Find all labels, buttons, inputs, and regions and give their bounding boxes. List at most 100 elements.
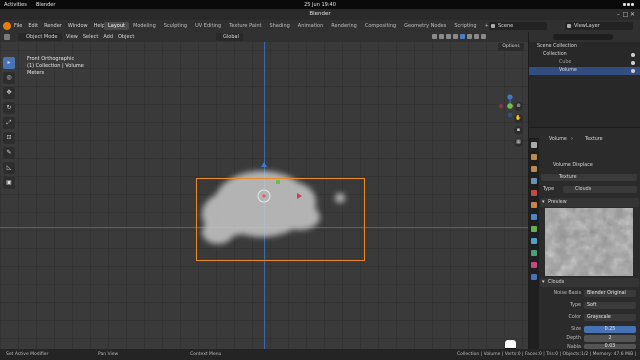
clouds-panel-header[interactable]: Clouds — [540, 278, 639, 287]
menu-view[interactable]: View — [66, 34, 78, 40]
minimize-button[interactable]: – — [615, 11, 622, 18]
rendered-shading-icon[interactable] — [481, 34, 486, 39]
3d-viewport[interactable]: Object Mode View Select Add Object Global O… — [0, 32, 528, 349]
menu-window[interactable]: Window — [68, 23, 88, 29]
selection-bounding-box — [196, 178, 365, 261]
gizmo-toggle-icon[interactable] — [439, 34, 444, 39]
scene-icon — [491, 24, 495, 28]
transform-tool-icon[interactable]: ⊡ — [3, 132, 15, 144]
data-props-icon[interactable] — [531, 250, 537, 256]
cursor-tool-icon[interactable]: ◎ — [3, 72, 15, 84]
depth-field[interactable]: 2 — [584, 335, 636, 342]
network-icon — [623, 3, 626, 6]
solid-shading-icon[interactable] — [467, 34, 472, 39]
move-tool-icon[interactable]: ✥ — [3, 87, 15, 99]
properties-tabs — [529, 138, 539, 349]
tab-layout[interactable]: Layout — [104, 22, 129, 30]
tab-geometry-nodes[interactable]: Geometry Nodes — [400, 22, 450, 30]
activities-button[interactable]: Activities — [4, 2, 27, 8]
tab-shading[interactable]: Shading — [265, 22, 293, 30]
menu-object[interactable]: Object — [118, 34, 134, 40]
rotate-tool-icon[interactable]: ↻ — [3, 102, 15, 114]
window-controls: – □ ✕ — [615, 11, 636, 18]
tab-rendering[interactable]: Rendering — [327, 22, 361, 30]
texture-props-icon[interactable] — [531, 274, 537, 280]
options-dropdown[interactable]: Options — [498, 43, 524, 51]
tab-uv-editing[interactable]: UV Editing — [191, 22, 225, 30]
tab-texture-paint[interactable]: Texture Paint — [225, 22, 265, 30]
tab-animation[interactable]: Animation — [294, 22, 328, 30]
menu-file[interactable]: File — [14, 23, 22, 29]
depth-row: Depth 2 — [541, 335, 639, 343]
texture-type-dropdown[interactable]: Clouds — [563, 186, 637, 193]
zoom-icon[interactable]: ⊕ — [514, 102, 523, 111]
eye-icon[interactable] — [631, 61, 635, 65]
mode-selector[interactable]: Object Mode — [18, 33, 62, 41]
select-tool-icon[interactable]: ▸ — [3, 57, 15, 69]
outliner-scene-collection[interactable]: Scene Collection — [529, 43, 640, 51]
view-layer-icon — [567, 24, 571, 28]
view-layer-selector[interactable]: ViewLayer — [565, 22, 633, 30]
menu-edit[interactable]: Edit — [28, 23, 38, 29]
eye-icon[interactable] — [631, 69, 635, 73]
camera-view-icon[interactable]: ▪ — [514, 126, 523, 135]
close-button[interactable]: ✕ — [629, 11, 636, 18]
scene-name: Scene — [498, 23, 514, 29]
pan-hand-icon[interactable]: ✋ — [514, 114, 523, 123]
constraints-props-icon[interactable] — [531, 238, 537, 244]
view-name: Front Orthographic — [27, 56, 75, 62]
tab-sculpting[interactable]: Sculpting — [160, 22, 191, 30]
annotate-tool-icon[interactable]: ✎ — [3, 147, 15, 159]
tool-props-icon[interactable] — [531, 142, 537, 148]
app-menu[interactable]: Blender — [36, 2, 55, 8]
viewport-header: Object Mode View Select Add Object Global — [0, 32, 528, 42]
scale-tool-icon[interactable]: ⤢ — [3, 117, 15, 129]
material-shading-icon[interactable] — [474, 34, 479, 39]
physics-props-icon[interactable] — [531, 226, 537, 232]
maximize-button[interactable]: □ — [622, 11, 629, 18]
preview-panel-header[interactable]: Preview — [540, 198, 639, 207]
perspective-toggle-icon[interactable]: ▦ — [514, 138, 523, 147]
clock[interactable]: 25 Jun 19:40 — [300, 2, 340, 8]
tab-modeling[interactable]: Modeling — [129, 22, 160, 30]
overlay-toggle-icon[interactable] — [446, 34, 451, 39]
scene-selector[interactable]: Scene — [489, 22, 547, 30]
scene-statistics: Collection | Volume | Verts:0 | Faces:0 … — [457, 352, 638, 357]
modifier-props-icon[interactable] — [531, 214, 537, 220]
props-breadcrumb: Volume › Texture — [549, 137, 603, 142]
texture-type-row: Type Clouds — [541, 186, 639, 194]
wireframe-shading-icon[interactable] — [460, 34, 465, 39]
noise-basis-dropdown[interactable]: Blender Original — [584, 290, 636, 297]
render-props-icon[interactable] — [531, 154, 537, 160]
view-layer-props-icon[interactable] — [531, 178, 537, 184]
color-dropdown[interactable]: Grayscale — [584, 314, 636, 321]
outliner-search-input[interactable] — [553, 34, 613, 40]
add-cube-tool-icon[interactable]: ▣ — [3, 177, 15, 189]
menu-add[interactable]: Add — [103, 34, 113, 40]
modifier-name[interactable]: Volume Displace — [541, 162, 639, 170]
cloud-type-dropdown[interactable]: Soft — [584, 302, 636, 309]
blender-logo-icon[interactable] — [3, 22, 11, 30]
transform-orientation-dropdown[interactable]: Global — [216, 33, 243, 41]
texture-name-field[interactable]: Texture — [541, 174, 639, 182]
outliner-item-cube[interactable]: Cube — [529, 59, 640, 67]
eye-icon[interactable] — [631, 53, 635, 57]
light-toggle-icon[interactable] — [505, 340, 516, 349]
tab-compositing[interactable]: Compositing — [361, 22, 400, 30]
output-props-icon[interactable] — [531, 166, 537, 172]
tab-scripting[interactable]: Scripting — [450, 22, 480, 30]
system-tray[interactable] — [622, 2, 636, 7]
system-top-bar: Activities Blender 25 Jun 19:40 — [0, 0, 640, 9]
menu-select[interactable]: Select — [83, 34, 98, 40]
menu-render[interactable]: Render — [44, 23, 62, 29]
editor-type-icon[interactable] — [4, 34, 10, 40]
visibility-icon[interactable] — [432, 34, 437, 39]
measure-tool-icon[interactable]: ◺ — [3, 162, 15, 174]
outliner-item-volume[interactable]: Volume — [529, 67, 640, 75]
xray-icon[interactable] — [453, 34, 458, 39]
scene-props-icon[interactable] — [531, 190, 537, 196]
outliner-collection[interactable]: Collection — [529, 51, 640, 59]
object-props-icon[interactable] — [531, 202, 537, 208]
material-props-icon[interactable] — [531, 262, 537, 268]
size-field[interactable]: 0.25 — [584, 326, 636, 333]
